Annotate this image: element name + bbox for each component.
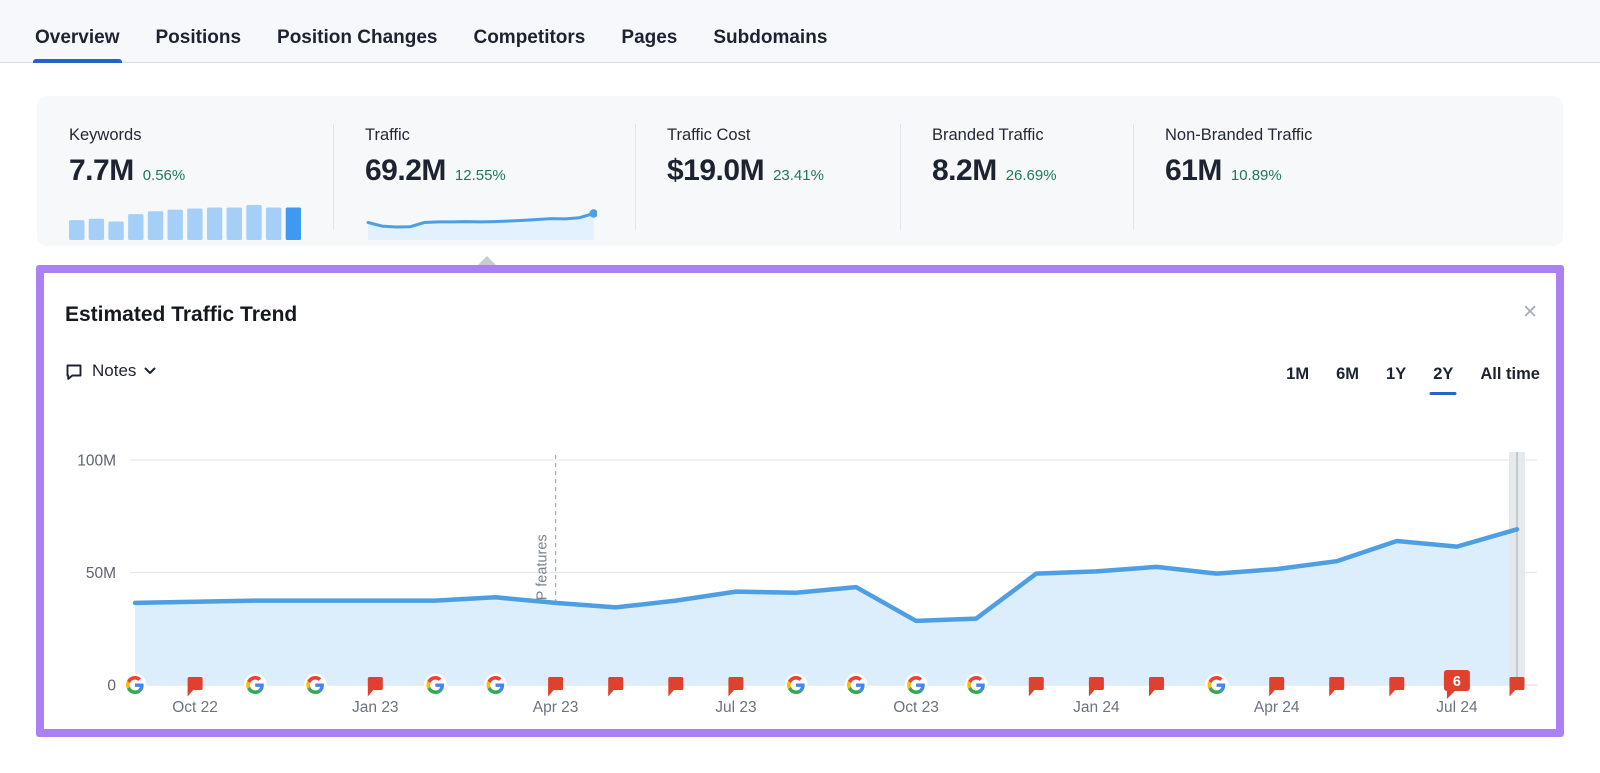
svg-text:Jan 24: Jan 24 <box>1073 699 1120 716</box>
metric-value-row: 7.7M 0.56% <box>69 154 333 188</box>
metric-label: Traffic Cost <box>667 126 900 145</box>
metric-value-row: $19.0M 23.41% <box>667 154 900 188</box>
tab-subdomains[interactable]: Subdomains <box>713 0 827 63</box>
chevron-down-icon <box>144 367 156 375</box>
tab-position-changes[interactable]: Position Changes <box>277 0 437 63</box>
metric-change: 10.89% <box>1231 167 1282 184</box>
note-flag-icon[interactable] <box>188 677 203 697</box>
range-1y[interactable]: 1Y <box>1386 365 1406 395</box>
traffic-trend-chart[interactable]: 050M100MSERP features6Oct 22Jan 23Apr 23… <box>56 445 1552 725</box>
range-2y[interactable]: 2Y <box>1433 365 1453 395</box>
note-flag-icon[interactable] <box>1089 677 1104 697</box>
range-6m[interactable]: 6M <box>1336 365 1359 395</box>
y-axis-label: 100M <box>77 453 116 470</box>
range-1m[interactable]: 1M <box>1286 365 1309 395</box>
metric-value: 69.2M <box>365 154 446 188</box>
top-tab-bar: Overview Positions Position Changes Competi… <box>0 0 1600 63</box>
metric-card-branded-traffic[interactable]: Branded Traffic 8.2M 26.69% <box>900 96 1133 246</box>
keywords-sparkbars <box>69 204 301 240</box>
svg-text:Oct 22: Oct 22 <box>172 699 218 716</box>
svg-text:Apr 23: Apr 23 <box>533 699 579 716</box>
metric-change: 12.55% <box>455 167 506 184</box>
google-update-icon[interactable] <box>845 674 868 697</box>
google-update-icon[interactable] <box>304 674 327 697</box>
google-update-icon[interactable] <box>244 674 267 697</box>
note-flag-icon[interactable] <box>1510 677 1525 697</box>
metric-change: 23.41% <box>773 167 824 184</box>
svg-text:Jan 23: Jan 23 <box>352 699 399 716</box>
tab-pages[interactable]: Pages <box>621 0 677 63</box>
notes-icon <box>65 362 84 381</box>
google-update-icon[interactable] <box>424 674 447 697</box>
traffic-area <box>135 529 1517 685</box>
google-update-icon[interactable] <box>785 674 808 697</box>
google-update-icon[interactable] <box>484 674 507 697</box>
google-update-icon[interactable] <box>905 674 928 697</box>
metric-value: 61M <box>1165 154 1222 188</box>
note-flag-icon[interactable] <box>1029 677 1044 697</box>
metric-label: Non-Branded Traffic <box>1165 126 1563 145</box>
metric-card-keywords[interactable]: Keywords 7.7M 0.56% <box>37 96 333 246</box>
y-axis-label: 50M <box>86 565 116 582</box>
note-flag-icon[interactable] <box>1389 677 1404 697</box>
svg-text:Apr 24: Apr 24 <box>1254 699 1300 716</box>
y-axis-label: 0 <box>107 678 116 695</box>
note-flag-icon[interactable] <box>608 677 623 697</box>
x-axis-labels: Oct 22 Jan 23 Apr 23 Jul 23 Oct 23 Jan 24 Apr … <box>172 699 1478 716</box>
report-tabs: Overview Positions Position Changes Competi… <box>35 0 827 63</box>
time-range-selector: 1M 6M 1Y 2Y All time <box>1286 365 1540 395</box>
traffic-sparkline <box>365 204 597 240</box>
metric-value: 7.7M <box>69 154 134 188</box>
close-panel-button[interactable]: ✕ <box>1522 303 1538 322</box>
note-flag-icon[interactable] <box>728 677 743 697</box>
highlighted-trend-panel: Estimated Traffic Trend ✕ Notes 1M 6M 1Y 2Y… <box>36 265 1564 737</box>
metric-value-row: 61M 10.89% <box>1165 154 1563 188</box>
metric-card-traffic-cost[interactable]: Traffic Cost $19.0M 23.41% <box>635 96 900 246</box>
selected-point-highlight <box>1509 452 1525 685</box>
note-flag-icon[interactable] <box>1329 677 1344 697</box>
metrics-summary-card: Keywords7.7M0.56%Traffic69.2M12.55%Traff… <box>37 96 1563 246</box>
trend-chart-svg[interactable]: 050M100MSERP features6Oct 22Jan 23Apr 23… <box>56 445 1552 725</box>
notes-count-badge[interactable]: 6 <box>1444 670 1470 699</box>
metric-label: Keywords <box>69 126 333 145</box>
metric-card-non-branded-traffic[interactable]: Non-Branded Traffic 61M 10.89% <box>1133 96 1563 246</box>
svg-text:Oct 23: Oct 23 <box>893 699 939 716</box>
note-flag-icon[interactable] <box>548 677 563 697</box>
note-flag-icon[interactable] <box>1149 677 1164 697</box>
note-flag-icon[interactable] <box>668 677 683 697</box>
panel-pointer-caret <box>478 256 496 265</box>
svg-text:6: 6 <box>1453 674 1461 690</box>
google-update-icon[interactable] <box>124 674 147 697</box>
notes-label: Notes <box>92 361 136 381</box>
google-update-icon[interactable] <box>965 674 988 697</box>
metric-change: 0.56% <box>143 167 186 184</box>
note-flag-icon[interactable] <box>1269 677 1284 697</box>
note-flag-icon[interactable] <box>368 677 383 697</box>
panel-title: Estimated Traffic Trend <box>65 303 297 327</box>
svg-text:Jul 24: Jul 24 <box>1436 699 1478 716</box>
metric-label: Traffic <box>365 126 635 145</box>
metric-label: Branded Traffic <box>932 126 1133 145</box>
metric-value: 8.2M <box>932 154 997 188</box>
tab-overview[interactable]: Overview <box>35 0 120 63</box>
tab-competitors[interactable]: Competitors <box>473 0 585 63</box>
range-all-time[interactable]: All time <box>1480 365 1540 395</box>
metric-card-traffic[interactable]: Traffic 69.2M 12.55% <box>333 96 635 246</box>
metric-change: 26.69% <box>1006 167 1057 184</box>
metric-value-row: 8.2M 26.69% <box>932 154 1133 188</box>
metric-value-row: 69.2M 12.55% <box>365 154 635 188</box>
notes-dropdown-button[interactable]: Notes <box>65 361 156 381</box>
tab-positions[interactable]: Positions <box>156 0 242 63</box>
google-update-icon[interactable] <box>1205 674 1228 697</box>
svg-text:Jul 23: Jul 23 <box>715 699 756 716</box>
metric-value: $19.0M <box>667 154 764 188</box>
